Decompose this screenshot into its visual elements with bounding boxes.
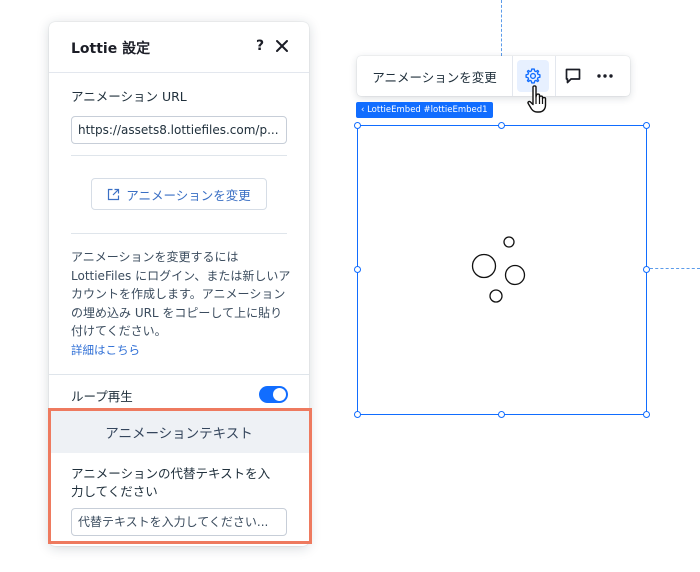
close-icon[interactable]: [275, 39, 289, 53]
bubble: [503, 236, 515, 248]
loop-label: ループ再生: [71, 389, 133, 404]
toolbar-change-label: アニメーションを変更: [372, 69, 497, 85]
divider: [512, 56, 513, 96]
guide-line-horizontal: [650, 268, 700, 269]
divider: [555, 56, 556, 96]
lottie-animation-preview: [471, 236, 526, 303]
resize-handle-left[interactable]: [354, 266, 361, 273]
hand-cursor-icon: [527, 85, 547, 113]
bubble: [504, 264, 526, 286]
alt-text-input[interactable]: 代替テキストを入力してください...: [71, 508, 287, 536]
toolbar-change-animation-button[interactable]: アニメーションを変更: [357, 56, 512, 96]
gear-icon: [525, 68, 541, 84]
resize-handle-bottom-right[interactable]: [643, 411, 650, 418]
alt-text-section-header: アニメーションテキスト: [49, 410, 309, 453]
bubble: [471, 253, 497, 279]
divider: [71, 155, 287, 156]
panel-header: Lottie 設定 ?: [49, 22, 309, 73]
panel-title: Lottie 設定: [71, 41, 151, 57]
learn-more-link[interactable]: 詳細はこちら: [71, 342, 140, 358]
floating-toolbar: アニメーションを変更: [357, 56, 630, 96]
alt-text-section-title: アニメーションテキスト: [105, 425, 253, 442]
comment-icon[interactable]: [563, 66, 583, 86]
more-icon[interactable]: [595, 66, 615, 86]
divider: [71, 233, 287, 234]
change-animation-button[interactable]: アニメーションを変更: [91, 178, 267, 210]
resize-handle-right[interactable]: [643, 266, 650, 273]
resize-handle-top-left[interactable]: [354, 122, 361, 129]
bubble: [489, 289, 503, 303]
resize-handle-top[interactable]: [498, 122, 505, 129]
help-button[interactable]: ?: [253, 36, 267, 56]
guide-line-vertical: [501, 0, 502, 56]
loop-toggle[interactable]: [259, 386, 288, 403]
component-tag[interactable]: ‹ LottieEmbed #lottieEmbed1: [356, 102, 493, 118]
resize-handle-bottom-left[interactable]: [354, 411, 361, 418]
info-text: アニメーションを変更するには LottieFiles にログイン、または新しいア…: [71, 250, 291, 338]
change-animation-label: アニメーションを変更: [126, 187, 251, 203]
lottie-settings-panel: Lottie 設定 ? アニメーション URL https://assets8.…: [49, 22, 309, 546]
resize-handle-top-right[interactable]: [643, 122, 650, 129]
resize-handle-bottom[interactable]: [498, 411, 505, 418]
animation-url-label: アニメーション URL: [71, 89, 187, 104]
animation-url-input[interactable]: https://assets8.lottiefiles.com/p...: [71, 116, 287, 144]
divider: [49, 374, 309, 375]
toggle-knob: [273, 388, 286, 401]
external-link-icon: [108, 188, 120, 200]
alt-text-label: アニメーションの代替テキストを入力してください: [71, 466, 271, 499]
